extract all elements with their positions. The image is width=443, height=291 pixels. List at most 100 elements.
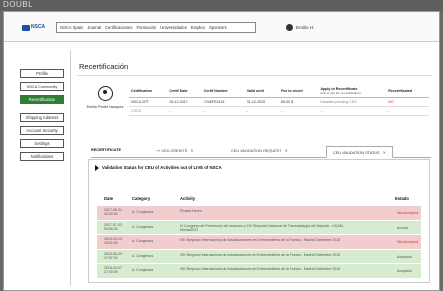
row-activity: VIII Simposio Internacional de Actualiza… bbox=[180, 267, 340, 271]
logo-text: NSCA bbox=[31, 24, 46, 30]
row-category: A. Congresos bbox=[132, 210, 154, 214]
apply-recert-link[interactable]: Disabled pending CEU bbox=[318, 97, 387, 107]
table-row: CSCS - - - - - - bbox=[129, 106, 429, 116]
table-row: NSCA CPT 25-12-2017 7245FE2415 31-12-202… bbox=[129, 97, 429, 107]
nav-empleo[interactable]: Empleo bbox=[191, 25, 205, 30]
user-menu[interactable]: Emilio H. bbox=[286, 24, 314, 31]
row-activity: VIII Simposio Internacional de Actualiza… bbox=[180, 238, 340, 242]
window-title: DOUBL bbox=[3, 0, 34, 9]
close-icon[interactable]: ✕ bbox=[285, 149, 288, 153]
col-certification: Certification bbox=[129, 85, 168, 98]
col-activity: Activity bbox=[180, 196, 196, 201]
tab-ceu-credits-label: ++ CEU CREDITS bbox=[156, 149, 188, 153]
table-row: 2017-08-01 00:00:00 A. Congresos Prueba … bbox=[97, 206, 421, 221]
validation-title[interactable]: Validation Status for CEU of Activities … bbox=[95, 165, 222, 171]
status-badge: Not Accepted bbox=[397, 240, 418, 244]
window-titlebar: DOUBL bbox=[0, 0, 443, 11]
sidebar-item-recertification[interactable]: Recertification bbox=[20, 95, 64, 104]
expand-triangle-icon bbox=[95, 165, 99, 171]
tab-ceu-validation-status-label: CEU VALIDATION STATUS bbox=[333, 151, 380, 155]
table-row: 2018-04-24 18:52:26 A. Congresos VIII Si… bbox=[97, 235, 421, 250]
col-apply: Apply to Recertificate (link to pay the r… bbox=[318, 85, 387, 98]
certification-table-header: Certification Certif Date Certif Number … bbox=[129, 85, 429, 98]
nav-journal[interactable]: Journal bbox=[87, 25, 101, 30]
tab-recertificate[interactable]: RECERTIFICATE bbox=[91, 148, 121, 152]
nav-formacion[interactable]: Formación bbox=[136, 25, 156, 30]
sidebar-item-notifications[interactable]: Notifications bbox=[20, 152, 64, 161]
sidebar-item-settings[interactable]: Settings bbox=[20, 139, 64, 148]
row-date: 2017-07-03 09:59:29 bbox=[104, 222, 122, 231]
cell-recertificated: NO bbox=[386, 97, 429, 107]
col-status: Estado bbox=[395, 196, 409, 201]
user-name: Emilio H. bbox=[296, 25, 315, 30]
validation-title-text: Validation Status for CEU of Activities … bbox=[102, 165, 222, 171]
row-activity: VIII Simposio Internacional de Actualiza… bbox=[180, 252, 340, 257]
close-icon[interactable]: ✕ bbox=[383, 151, 386, 155]
close-icon[interactable]: ✕ bbox=[190, 149, 193, 153]
tab-ceu-validation-request-label: CEU VALIDATION REQUEST bbox=[231, 149, 282, 153]
validation-panel: Validation Status for CEU of Activities … bbox=[88, 159, 430, 283]
row-date: 2018-04-24 18:52:26 bbox=[104, 237, 122, 246]
cell-fee: 65.00 $ bbox=[279, 97, 319, 107]
nav-certificaciones[interactable]: Certificaciones bbox=[105, 25, 132, 30]
cell-valid: 31-12-2020 bbox=[244, 97, 280, 107]
tab-ceu-validation-request[interactable]: CEU VALIDATION REQUEST ✕ bbox=[231, 148, 288, 153]
cell-number: 7245FE2415 bbox=[201, 97, 245, 107]
row-activity: Prueba Neuro bbox=[180, 209, 202, 213]
cell-number: - bbox=[201, 106, 245, 116]
cell-date: - bbox=[167, 106, 202, 116]
col-category: Category bbox=[132, 196, 151, 201]
col-certif-date: Certif Date bbox=[167, 85, 202, 98]
table-row: 2018-06-03 17:57:24 A. Congresos VIII Si… bbox=[97, 249, 421, 264]
col-apply-sublabel: (link to pay the re-certification) bbox=[320, 91, 361, 95]
sidebar-item-profile[interactable]: Profile bbox=[20, 69, 64, 78]
profile-name: Emilio Parlet Vazquez bbox=[86, 105, 124, 109]
cell-apply: - bbox=[318, 106, 387, 116]
col-date: Date bbox=[104, 196, 114, 201]
tab-ceu-credits[interactable]: ++ CEU CREDITS ✕ bbox=[156, 148, 193, 153]
sidebar-item-account-security[interactable]: Account Security bbox=[20, 126, 64, 135]
nav-sponsors[interactable]: Sponsors bbox=[209, 25, 227, 30]
row-date: 2017-08-01 00:00:00 bbox=[104, 208, 122, 217]
browser-frame: NSCA NSCA Spain Journal Certificaciones … bbox=[3, 11, 440, 291]
row-category: A. Congresos bbox=[132, 239, 154, 243]
cell-recertificated: - bbox=[386, 106, 429, 116]
table-row: 2018-04-07 17:43:06 A. Congresos VIII Si… bbox=[97, 264, 421, 279]
cell-certification: NSCA CPT bbox=[129, 97, 168, 107]
col-certif-number: Certif Number bbox=[201, 85, 245, 98]
status-badge: Aceptado bbox=[397, 269, 412, 273]
main-nav: NSCA Spain Journal Certificaciones Forma… bbox=[56, 22, 256, 33]
nsca-logo[interactable]: NSCA bbox=[22, 23, 52, 33]
cell-certification: CSCS bbox=[129, 106, 168, 116]
validation-rows: 2017-08-01 00:00:00 A. Congresos Prueba … bbox=[97, 206, 421, 279]
title-divider bbox=[77, 75, 432, 76]
sidebar: Profile NSCA Community Recertification S… bbox=[20, 69, 68, 165]
row-date: 2018-06-03 17:57:24 bbox=[104, 251, 122, 260]
row-category: A. Congresos bbox=[132, 268, 154, 272]
cell-date: 25-12-2017 bbox=[167, 97, 202, 107]
logo-mark-icon bbox=[22, 25, 30, 31]
cell-valid: - bbox=[244, 106, 280, 116]
col-fee: Fee to recert bbox=[279, 85, 319, 98]
certification-table: Certification Certif Date Certif Number … bbox=[129, 85, 429, 116]
cell-fee: - bbox=[279, 106, 319, 116]
status-badge: Accept bbox=[397, 225, 408, 230]
row-activity: IV Congreso de Prevención de Lesiones y … bbox=[180, 223, 344, 232]
profile-avatar-icon bbox=[97, 86, 113, 101]
col-valid-until: Valid until bbox=[244, 85, 280, 98]
row-date: 2018-04-07 17:43:06 bbox=[104, 266, 122, 275]
table-row: 2017-07-03 09:59:29 A. Congresos IV Cong… bbox=[97, 220, 421, 235]
tab-bar: RECERTIFICATE ++ CEU CREDITS ✕ CEU VALIDA… bbox=[91, 146, 431, 158]
col-recertificated: Recertificated bbox=[386, 85, 429, 98]
main-content: Recertificación Emilio Parlet Vazquez Ce… bbox=[70, 50, 435, 286]
nav-universidades[interactable]: Universidades bbox=[160, 25, 187, 30]
row-category: A. Congresos bbox=[132, 253, 154, 258]
top-header: NSCA NSCA Spain Journal Certificaciones … bbox=[4, 12, 439, 42]
status-badge: Not Accepted bbox=[397, 211, 418, 215]
nav-nsca-spain[interactable]: NSCA Spain bbox=[60, 25, 83, 30]
status-badge: Aceptado bbox=[397, 254, 412, 259]
row-category: A. Congresos bbox=[132, 224, 154, 229]
tab-ceu-validation-status[interactable]: CEU VALIDATION STATUS ✕ bbox=[326, 146, 393, 158]
sidebar-item-nsca-community[interactable]: NSCA Community bbox=[20, 82, 64, 91]
sidebar-item-shipping-address[interactable]: Shipping Address bbox=[20, 113, 64, 122]
